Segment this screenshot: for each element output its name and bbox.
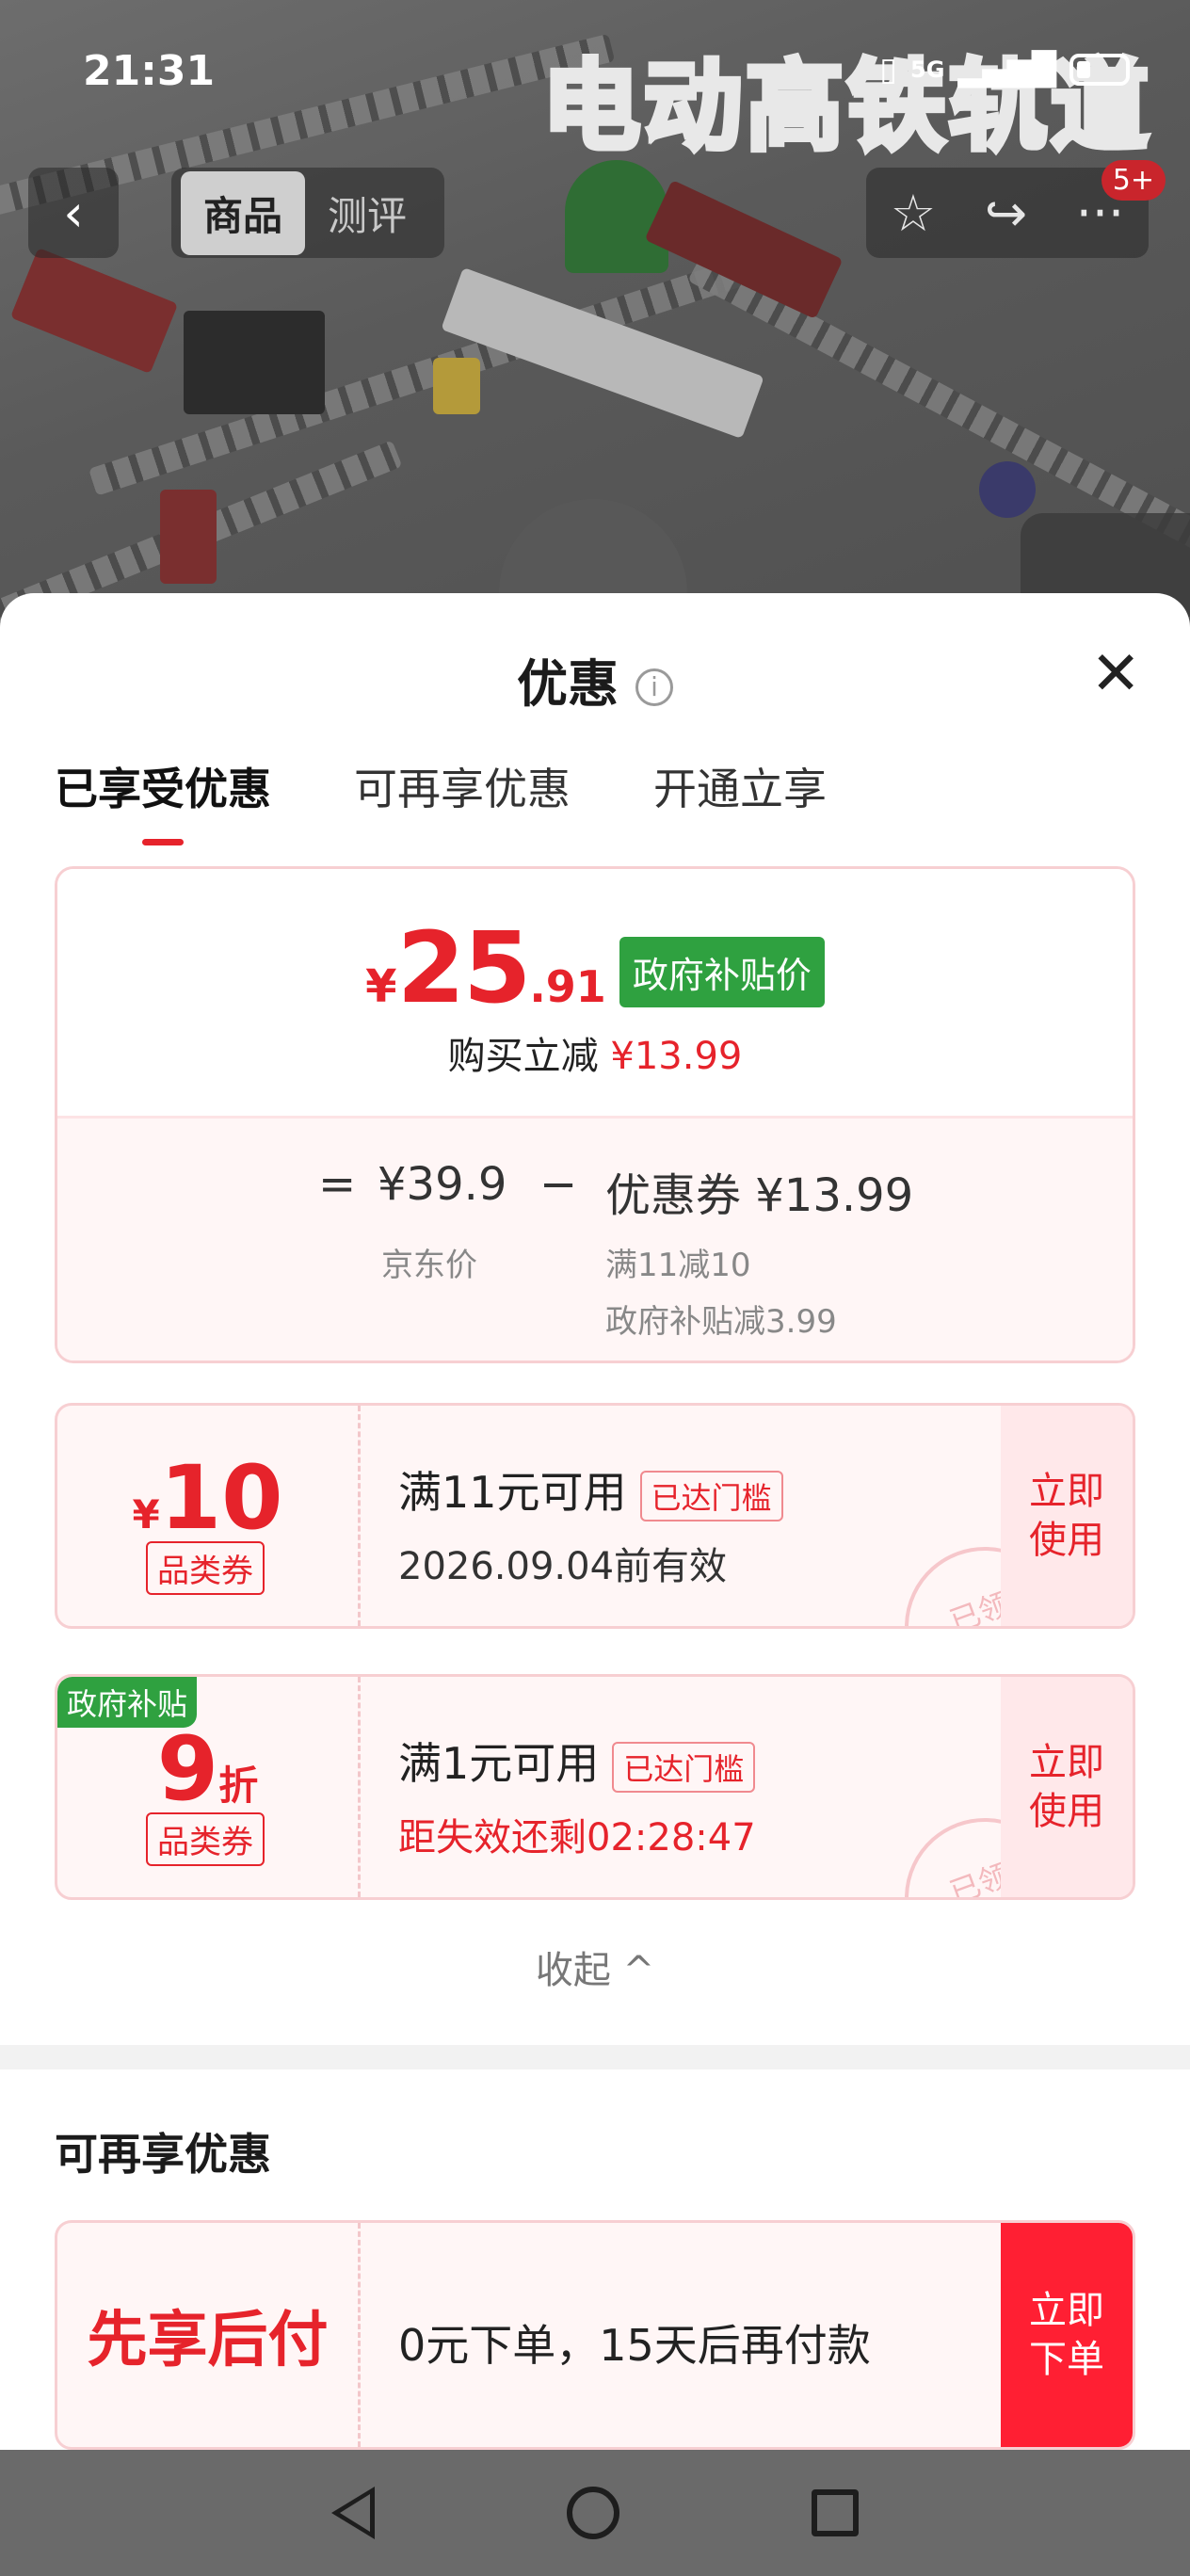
more-discounts-heading: 可再享优惠 xyxy=(55,2129,271,2180)
sheet-title: 优惠 xyxy=(517,654,619,714)
buy-now-pay-later-card[interactable]: 先享后付 0元下单，15天后再付款 立即 下单 xyxy=(55,2220,1135,2450)
product-image[interactable]: 电动高铁轨道 21:31 ▯ 5G ▂▄▆█ ‹ 商品 测评 ☆ ↪ ··· 5… xyxy=(0,0,1190,621)
final-price: ¥25.91 政府补贴价 xyxy=(57,910,1133,1025)
nav-home-icon[interactable] xyxy=(567,2487,619,2539)
coupon-amount-value: 9 xyxy=(156,1718,219,1821)
header-segment: 商品 测评 xyxy=(171,168,444,258)
price-formula: = ¥39.9 − 优惠券 ¥13.99 京东价 满11减10 政府补贴减3.9… xyxy=(57,1116,1133,1360)
price-currency: ¥ xyxy=(365,960,397,1013)
coupon-validity: 2026.09.04前有效 xyxy=(398,1545,728,1588)
instant-reduce: 购买立减 ¥13.99 xyxy=(57,1025,1133,1080)
nav-back-icon[interactable] xyxy=(331,2487,375,2539)
share-icon[interactable]: ↪ xyxy=(985,184,1027,243)
threshold-met-tag: 已达门槛 xyxy=(612,1741,756,1793)
reduce-label: 购买立减 xyxy=(447,1035,599,1078)
vibrate-icon: ▯ xyxy=(879,51,897,89)
final-price-area: ¥25.91 政府补贴价 购买立减 ¥13.99 xyxy=(57,869,1133,1116)
use-now-button[interactable]: 立即 使用 xyxy=(1001,1406,1133,1626)
tab-activate[interactable]: 开通立享 xyxy=(653,755,827,817)
coupon-detail-2: 政府补贴减3.99 xyxy=(605,1303,837,1341)
chevron-left-icon: ‹ xyxy=(63,183,84,243)
coupon-amount: 9折 xyxy=(57,1718,358,1821)
coupon-total: 优惠券 ¥13.99 xyxy=(605,1169,914,1222)
coupon-value-area: ¥10 品类券 xyxy=(57,1406,361,1626)
network-label: 5G xyxy=(910,56,945,83)
price-breakdown-card: ¥25.91 政府补贴价 购买立减 ¥13.99 = ¥39.9 − 优惠券 ¥1… xyxy=(55,866,1135,1363)
coupon-type-tag: 品类券 xyxy=(146,1812,265,1866)
coupon-value-area: 政府补贴 9折 品类券 xyxy=(57,1677,361,1897)
close-button[interactable]: ✕ xyxy=(1090,644,1141,704)
coupon-condition: 满1元可用 xyxy=(398,1738,600,1789)
close-icon: ✕ xyxy=(1090,639,1141,709)
star-icon[interactable]: ☆ xyxy=(891,184,936,243)
use-now-label: 立即 使用 xyxy=(1029,1470,1104,1562)
coupon-currency: ¥ xyxy=(132,1491,160,1538)
order-now-label: 立即 下单 xyxy=(1029,2289,1104,2381)
system-nav-bar xyxy=(0,2450,1190,2576)
coupon-condition-row: 满1元可用 已达门槛 xyxy=(398,1730,756,1793)
segment-product[interactable]: 商品 xyxy=(181,170,306,255)
coupon-amount: ¥10 xyxy=(57,1447,358,1550)
status-icons: ▯ 5G ▂▄▆█ xyxy=(879,51,1130,89)
hero-title: 电动高铁轨道 xyxy=(539,46,1152,167)
coupon-card[interactable]: ¥10 品类券 满11元可用 已达门槛 2026.09.04前有效 已领 立即 使… xyxy=(55,1403,1135,1629)
info-icon[interactable]: i xyxy=(635,668,673,707)
collapse-button[interactable]: 收起 ^ xyxy=(0,1940,1190,1994)
back-button[interactable]: ‹ xyxy=(28,168,119,258)
equals-sign: = xyxy=(318,1158,357,1211)
reduce-amount: ¥13.99 xyxy=(610,1035,743,1078)
coupon-countdown: 距失效还剩02:28:47 xyxy=(398,1816,756,1860)
threshold-met-tag: 已达门槛 xyxy=(639,1470,783,1521)
section-divider xyxy=(0,2045,1190,2069)
jd-price-label: 京东价 xyxy=(381,1247,477,1284)
price-decimal: .91 xyxy=(529,961,606,1012)
coupon-detail-1: 满11减10 xyxy=(605,1247,751,1284)
gov-subsidy-price-tag: 政府补贴价 xyxy=(619,937,825,1007)
coupon-unit: 折 xyxy=(218,1763,259,1809)
status-time: 21:31 xyxy=(83,47,216,95)
price-integer: 25 xyxy=(396,910,532,1025)
discount-tabs: 已享受优惠 可再享优惠 开通立享 xyxy=(55,755,827,817)
signal-icon: ▂▄▆█ xyxy=(957,51,1056,89)
tab-more[interactable]: 可再享优惠 xyxy=(354,755,571,817)
order-now-button[interactable]: 立即 下单 xyxy=(1001,2223,1133,2447)
nav-recents-icon[interactable] xyxy=(812,2489,859,2536)
battery-icon xyxy=(1069,54,1130,86)
use-now-button[interactable]: 立即 使用 xyxy=(1001,1677,1133,1897)
coupon-card[interactable]: 政府补贴 9折 品类券 满1元可用 已达门槛 距失效还剩02:28:47 已领 立… xyxy=(55,1674,1135,1900)
discount-sheet: 优惠 i ✕ 已享受优惠 可再享优惠 开通立享 ¥25.91 政府补贴价 购买立减 … xyxy=(0,593,1190,2450)
coupon-condition: 满11元可用 xyxy=(398,1467,627,1518)
bnpl-description: 0元下单，15天后再付款 xyxy=(398,2320,871,2371)
coupon-condition-row: 满11元可用 已达门槛 xyxy=(398,1458,783,1521)
coupon-amount-value: 10 xyxy=(159,1447,283,1550)
tab-enjoyed[interactable]: 已享受优惠 xyxy=(55,755,271,817)
sheet-title-row: 优惠 i xyxy=(0,642,1190,716)
coupon-type-tag: 品类券 xyxy=(146,1541,265,1595)
minus-sign: − xyxy=(539,1158,578,1211)
jd-price: ¥39.9 xyxy=(378,1158,507,1211)
bnpl-title: 先享后付 xyxy=(57,2223,361,2447)
use-now-label: 立即 使用 xyxy=(1029,1741,1104,1833)
message-badge: 5+ xyxy=(1101,160,1166,201)
segment-review[interactable]: 测评 xyxy=(305,171,429,255)
